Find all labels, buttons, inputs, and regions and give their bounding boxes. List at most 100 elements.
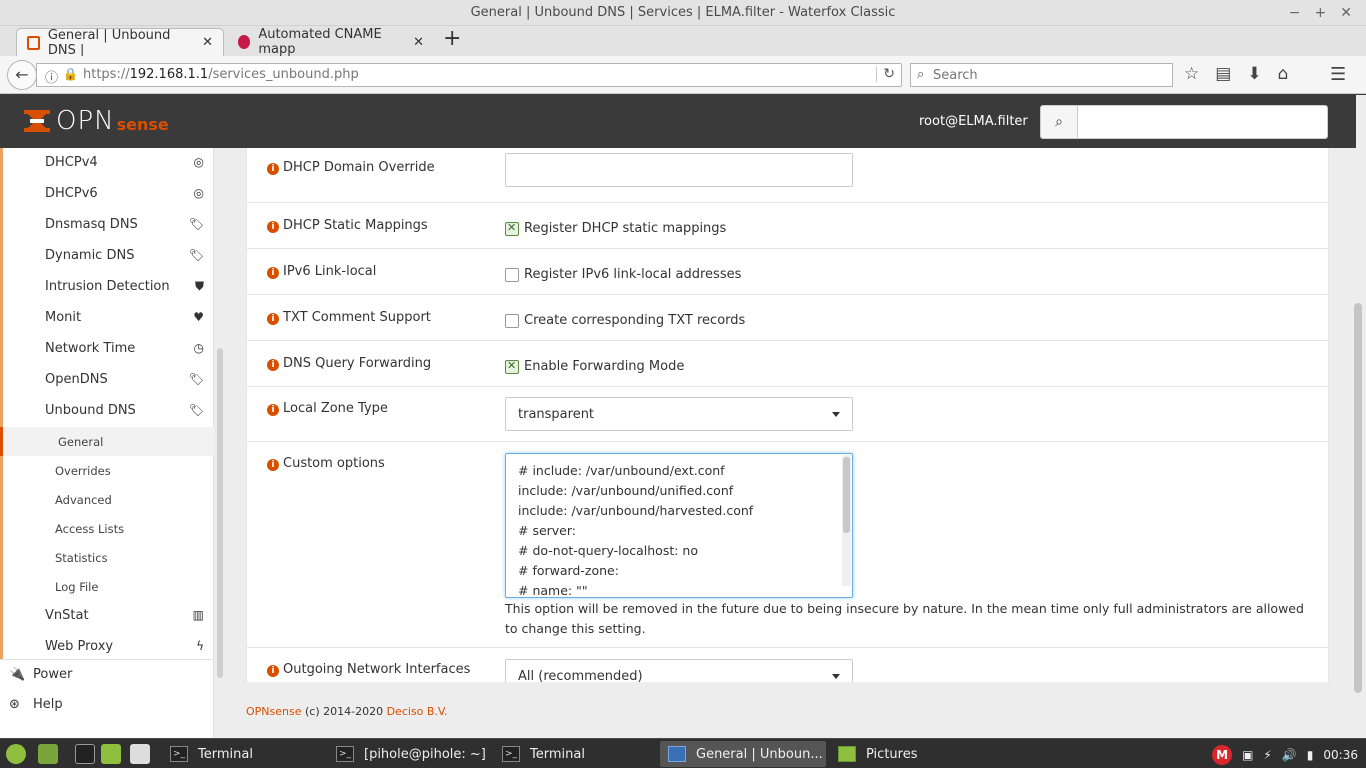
field-label[interactable]: i DHCP Static Mappings — [267, 218, 428, 233]
field-label[interactable]: i DHCP Domain Override — [267, 160, 435, 175]
page-scrollbar-thumb[interactable] — [1354, 303, 1362, 693]
files-launcher-icon[interactable] — [101, 744, 121, 764]
taskbar-item-terminal[interactable]: >_ Terminal — [162, 741, 322, 767]
sidebar-subitem-overrides[interactable]: Overrides — [3, 456, 214, 485]
info-circle-icon[interactable]: i — [267, 665, 279, 677]
custom-options-textarea[interactable]: # include: /var/unbound/ext.conf include… — [505, 453, 853, 598]
textarea-scrollbar-thumb[interactable] — [843, 457, 850, 533]
sidebar-item-dhcpv6[interactable]: DHCPv6 ◎ — [3, 179, 214, 210]
hamburger-menu-icon[interactable]: ☰ — [1330, 64, 1346, 85]
sidebar-item-dnsmasq[interactable]: Dnsmasq DNS 🏷 — [3, 210, 214, 241]
sidebar-scrollbar-thumb[interactable] — [217, 348, 223, 678]
sidebar-subitem-statistics[interactable]: Statistics — [3, 543, 214, 572]
logo-opn-text: OPN — [56, 106, 115, 136]
select-value: transparent — [518, 407, 595, 422]
checkbox-checked[interactable] — [505, 221, 519, 236]
back-button[interactable]: ← — [7, 60, 37, 90]
sidebar-subitem-general[interactable]: General — [0, 427, 214, 456]
opnsense-logo[interactable]: OPN sense — [22, 105, 169, 137]
maximize-icon[interactable]: + — [1315, 0, 1327, 26]
field-label[interactable]: i DNS Query Forwarding — [267, 356, 431, 371]
sidebar-item-network-time[interactable]: Network Time ◷ — [3, 334, 214, 365]
info-circle-icon[interactable]: i — [267, 163, 279, 175]
field-label[interactable]: i TXT Comment Support — [267, 310, 431, 325]
info-circle-icon[interactable]: i — [267, 359, 279, 371]
page-scrollbar[interactable] — [1350, 148, 1366, 738]
home-icon[interactable]: ⌂ — [1278, 64, 1289, 84]
reading-list-icon[interactable]: ▤ — [1215, 64, 1231, 84]
sidebar-item-monit[interactable]: Monit ♥ — [3, 303, 214, 334]
sidebar-scrollbar[interactable] — [216, 148, 224, 708]
lock-warning-icon[interactable]: 🔒 — [63, 67, 78, 81]
bookmark-star-icon[interactable]: ☆ — [1184, 64, 1199, 84]
sidebar-subitem-log-file[interactable]: Log File — [3, 572, 214, 601]
new-tab-icon[interactable]: + — [443, 28, 461, 50]
sidebar-item-dhcpv4[interactable]: DHCPv4 ◎ — [3, 148, 214, 179]
info-circle-icon[interactable]: i — [267, 267, 279, 279]
minimize-icon[interactable]: − — [1289, 0, 1301, 26]
footer-brand-link[interactable]: OPNsense — [246, 705, 302, 718]
mega-icon[interactable]: M — [1212, 745, 1233, 765]
url-bar[interactable]: ⓘ 🔒 https://192.168.1.1/services_unbound… — [36, 63, 902, 87]
user-link[interactable]: root@ELMA.filter — [919, 114, 1028, 129]
info-circle-icon[interactable]: i — [267, 404, 279, 416]
txt-comment-support-checkbox[interactable]: Create corresponding TXT records — [505, 313, 745, 328]
sidebar: DHCPv4 ◎ DHCPv6 ◎ Dnsmasq DNS 🏷 Dynamic … — [0, 148, 214, 738]
calculator-launcher-icon[interactable] — [130, 744, 150, 764]
taskbar-item-pihole-terminal[interactable]: >_ [pihole@pihole: ~] — [328, 741, 488, 767]
network-icon[interactable]: ⚡ — [1263, 748, 1271, 762]
header-search-button[interactable]: ⌕ — [1040, 105, 1078, 139]
reload-icon[interactable]: ↻ — [876, 66, 895, 82]
dhcp-static-mappings-checkbox[interactable]: Register DHCP static mappings — [505, 221, 726, 236]
sidebar-item-power[interactable]: 🔌 Power — [0, 659, 214, 690]
taskbar-item-pictures[interactable]: Pictures — [830, 741, 990, 767]
dns-query-forwarding-checkbox[interactable]: Enable Forwarding Mode — [505, 359, 684, 374]
taskbar-item-waterfox[interactable]: General | Unboun... — [660, 741, 826, 767]
clipboard-icon[interactable]: ▣ — [1242, 748, 1253, 762]
sidebar-item-intrusion-detection[interactable]: Intrusion Detection ⛊ — [3, 272, 214, 303]
tab-general-unbound[interactable]: General | Unbound DNS | ✕ — [16, 28, 224, 58]
sidebar-item-help[interactable]: ⊛ Help — [0, 690, 214, 721]
browser-search-bar[interactable]: ⌕ — [910, 63, 1173, 87]
menu-icon[interactable] — [6, 744, 26, 764]
browser-search-input[interactable] — [933, 66, 1163, 84]
taskbar-item-terminal-2[interactable]: >_ Terminal — [494, 741, 654, 767]
info-circle-icon[interactable]: i — [267, 313, 279, 325]
url-text[interactable]: https://192.168.1.1/services_unbound.php — [83, 67, 359, 82]
volume-icon[interactable]: 🔊 — [1282, 748, 1297, 762]
field-label[interactable]: i IPv6 Link-local — [267, 264, 376, 279]
info-circle-icon[interactable]: i — [267, 459, 279, 471]
local-zone-type-select[interactable]: transparent — [505, 397, 853, 431]
terminal-launcher-icon[interactable] — [75, 744, 95, 764]
textarea-line: # do-not-query-localhost: no — [518, 543, 698, 558]
sidebar-item-dynamic-dns[interactable]: Dynamic DNS 🏷 — [3, 241, 214, 272]
tab-close-icon[interactable]: ✕ — [413, 35, 424, 50]
sidebar-item-opendns[interactable]: OpenDNS 🏷 — [3, 365, 214, 396]
battery-icon[interactable]: ▮ — [1307, 748, 1314, 762]
outgoing-interfaces-select[interactable]: All (recommended) — [505, 659, 853, 682]
clock[interactable]: 00:36 — [1323, 748, 1358, 762]
footer-company-link[interactable]: Deciso B.V. — [387, 705, 448, 718]
checkbox-checked[interactable] — [505, 359, 519, 374]
downloads-icon[interactable]: ⬇ — [1247, 64, 1261, 84]
tab-close-icon[interactable]: ✕ — [202, 35, 213, 50]
checkbox-unchecked[interactable] — [505, 313, 519, 328]
sidebar-subitem-access-lists[interactable]: Access Lists — [3, 514, 214, 543]
checkbox-unchecked[interactable] — [505, 267, 519, 282]
dhcp-domain-override-input[interactable] — [505, 153, 853, 187]
field-label[interactable]: i Local Zone Type — [267, 401, 388, 416]
field-label[interactable]: i Outgoing Network Interfaces — [267, 662, 470, 677]
sidebar-item-unbound-dns[interactable]: Unbound DNS 🏷 — [3, 396, 214, 427]
info-icon[interactable]: ⓘ — [45, 67, 58, 86]
field-label[interactable]: i Custom options — [267, 456, 385, 471]
header-search-input[interactable] — [1078, 105, 1328, 139]
info-circle-icon[interactable]: i — [267, 221, 279, 233]
close-window-icon[interactable]: ✕ — [1340, 0, 1352, 26]
taskbar-item-label: Terminal — [198, 746, 253, 762]
textarea-scrollbar[interactable] — [842, 455, 851, 586]
show-desktop-icon[interactable] — [38, 744, 58, 764]
tab-automated-cname[interactable]: Automated CNAME mapp ✕ — [228, 27, 434, 57]
sidebar-item-vnstat[interactable]: VnStat ▥ — [3, 601, 214, 632]
sidebar-subitem-advanced[interactable]: Advanced — [3, 485, 214, 514]
ipv6-link-local-checkbox[interactable]: Register IPv6 link-local addresses — [505, 267, 741, 282]
